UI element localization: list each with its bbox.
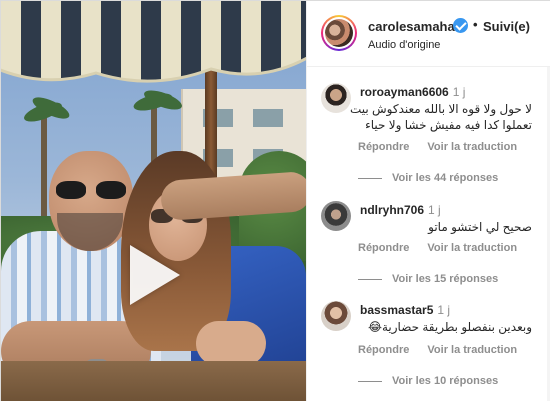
post-header: carolesamaha • Suivi(e) Audio d'origine (307, 1, 550, 67)
play-icon[interactable] (124, 245, 184, 305)
reply-button[interactable]: Répondre (358, 344, 409, 356)
separator-dot: • (473, 17, 478, 32)
comment-username[interactable]: ndlryhn706 1 j (360, 203, 441, 217)
comment-time: 1 j (452, 85, 466, 99)
comment-avatar[interactable] (321, 301, 351, 331)
table (1, 361, 306, 401)
comments-panel: carolesamaha • Suivi(e) Audio d'origine … (306, 1, 550, 401)
verified-badge-icon (453, 18, 468, 33)
reply-button[interactable]: Répondre (358, 141, 409, 153)
author-username[interactable]: carolesamaha (368, 19, 455, 34)
umbrella (1, 1, 306, 83)
comment-actions: Répondre Voir la traduction (358, 141, 517, 153)
comment-avatar[interactable] (321, 201, 351, 231)
view-replies-button[interactable]: Voir les 10 réponses (358, 375, 498, 387)
comment-text-line: وبعدين بنفصلو بطريقة حضارية😂 (367, 320, 532, 334)
comment-actions: Répondre Voir la traduction (358, 242, 517, 254)
replies-divider (358, 177, 382, 179)
comment-time: 1 j (428, 203, 441, 217)
comment-actions: Répondre Voir la traduction (358, 344, 517, 356)
comment-text-line: تعملوا كدا فيه مفيش خشا ولا حياء (365, 118, 532, 132)
reply-button[interactable]: Répondre (358, 242, 409, 254)
audio-link[interactable]: Audio d'origine (368, 39, 440, 51)
comment-text-line: صحيح لي اختشو ماتو (428, 220, 532, 234)
instagram-post-window: carolesamaha • Suivi(e) Audio d'origine … (0, 0, 550, 401)
comment-username[interactable]: roroayman6606 1 j (360, 85, 465, 99)
view-replies-button[interactable]: Voir les 44 réponses (358, 172, 498, 184)
replies-divider (358, 380, 382, 382)
comment-text-line: لا حول ولا قوه الا بالله معندكوش بيت (349, 102, 532, 116)
translate-button[interactable]: Voir la traduction (427, 242, 517, 254)
comment-time: 1 j (437, 303, 451, 317)
author-avatar[interactable] (321, 15, 357, 51)
replies-divider (358, 278, 382, 280)
comment-avatar[interactable] (321, 83, 351, 113)
follow-status-button[interactable]: Suivi(e) (483, 19, 530, 34)
translate-button[interactable]: Voir la traduction (427, 344, 517, 356)
view-replies-button[interactable]: Voir les 15 réponses (358, 273, 498, 285)
translate-button[interactable]: Voir la traduction (427, 141, 517, 153)
post-video[interactable] (1, 1, 306, 401)
comment-username[interactable]: bassmastar5 1 j (360, 303, 450, 317)
